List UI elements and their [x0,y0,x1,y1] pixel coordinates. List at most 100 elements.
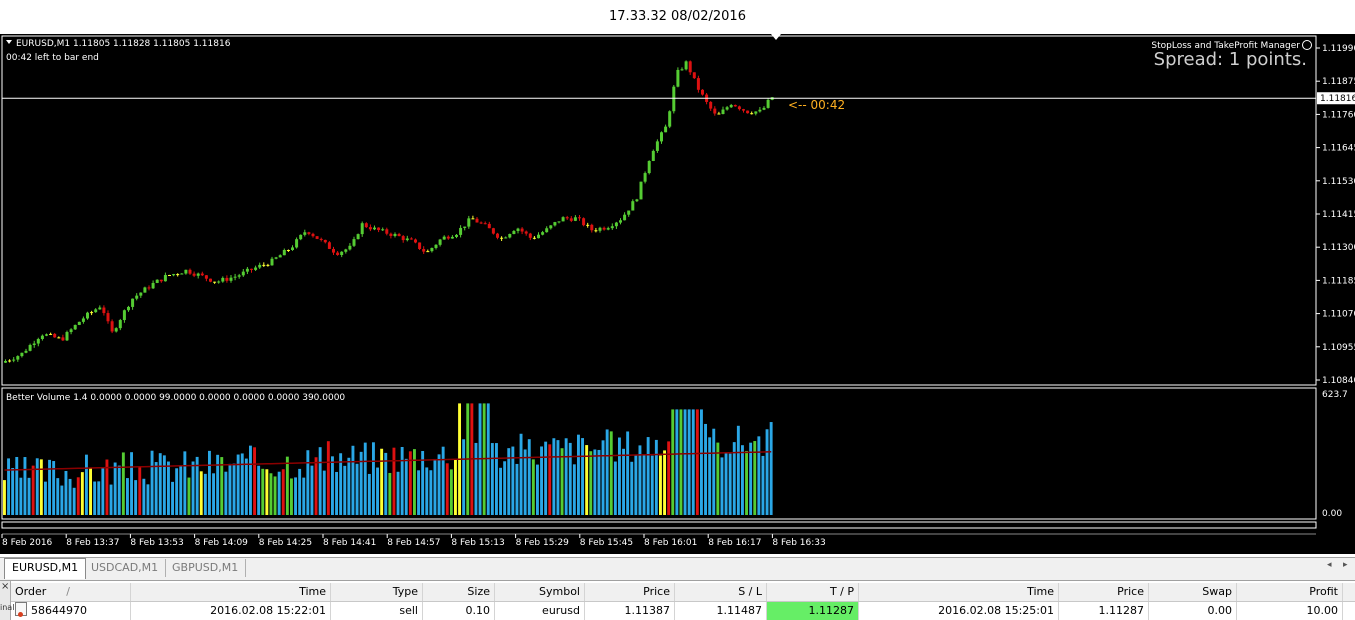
candle-body [32,343,36,346]
volume-bar [515,463,519,515]
volume-bar [429,470,433,515]
volume-bar [11,468,15,515]
close-icon[interactable]: × [1,582,9,592]
volume-bar [199,471,203,515]
candle-body [684,61,688,70]
volume-bar [187,477,191,515]
tab-eurusd-m1[interactable]: EURUSD,M1 [4,558,87,579]
candle-body [225,277,229,281]
candle-body [16,356,20,360]
time-axis-label: 8 Feb 16:01 [644,538,697,548]
candle-body [561,217,565,222]
time-axis-label: 8 Feb 15:13 [451,538,504,548]
candle-body [336,252,340,255]
candle-body [455,234,458,237]
volume-bar [437,454,441,515]
col-header-swap[interactable]: Swap [1149,583,1237,601]
candle-body [57,337,61,339]
time-axis-label: 8 Feb 16:17 [708,538,761,548]
candle-body [512,231,516,235]
table-row[interactable]: 58644970 2016.02.08 15:22:01 sell 0.10 e… [11,602,1355,620]
price-axis-label: 1.11875 [1322,77,1355,87]
chart-canvas[interactable]: 1.11990 1.11875 1.11760 1.11645 1.11530 1.114… [0,34,1355,554]
col-header-profit[interactable]: Profit [1237,583,1343,601]
cell-close-time: 2016.02.08 15:25:01 [859,602,1059,620]
col-header-symbol[interactable]: Symbol [495,583,585,601]
scroll-left-icon[interactable]: ◂ [1327,560,1332,570]
candle-body [733,104,737,107]
scroll-right-icon[interactable]: ▸ [1343,560,1348,570]
volume-bar [536,464,539,515]
volume-bar [117,465,121,515]
candle-body [758,109,762,112]
candle-body [565,217,569,219]
candle-body [323,239,327,243]
volume-bar [212,473,215,515]
price-axis-label: 1.10840 [1322,376,1355,386]
candle-body [184,269,188,274]
candle-body [401,236,405,241]
volume-bar [134,480,138,515]
volume-bar [249,445,252,515]
volume-bar [667,441,671,515]
time-axis-label: 8 Feb 14:41 [323,538,376,548]
candle-body [49,333,53,335]
price-chart[interactable]: 1.11990 1.11875 1.11760 1.11645 1.11530 1.114… [0,34,1355,554]
time-axis-label: 8 Feb 13:37 [66,538,119,548]
time-axis-label: 8 Feb 15:29 [516,538,570,548]
candle-body [266,264,270,266]
volume-bar [449,469,453,515]
col-header-order[interactable]: Order / [11,583,131,601]
candle-body [368,227,372,230]
time-axis-label: 8 Feb 14:57 [387,538,440,548]
candle-body [537,234,540,239]
volume-bar [761,455,765,515]
col-header-type[interactable]: Type [331,583,423,601]
volume-bar [126,478,129,515]
col-header-close-price[interactable]: Price [1059,583,1149,601]
candle-body [668,111,672,127]
volume-bar [224,471,228,515]
candle-body [348,245,352,250]
volume-bar [425,467,429,515]
volume-bar [499,467,502,515]
time-axis-label: 8 Feb 14:25 [259,538,312,548]
candle-body [676,69,680,87]
candle-body [299,234,303,240]
volume-bar [613,461,617,515]
candle-body [409,238,413,240]
candle-body [627,210,631,215]
candle-body [397,233,401,237]
volume-axis-max: 623.7 [1322,390,1348,400]
tab-gbpusd-m1[interactable]: GBPUSD,M1 [165,559,247,577]
volume-bar [622,448,625,515]
volume-bar [367,473,371,515]
candle-body [524,231,528,234]
volume-bar [326,441,330,515]
col-header-size[interactable]: Size [423,583,495,601]
volume-bar [741,445,744,515]
candle-body [553,222,557,226]
volume-bar [724,452,728,515]
candle-body [176,274,180,276]
col-header-open-price[interactable]: Price [585,583,675,601]
candle-body [278,255,282,258]
col-header-sl[interactable]: S / L [675,583,767,601]
col-header-close-time[interactable]: Time [859,583,1059,601]
volume-bar [335,471,338,515]
candle-body [442,236,446,240]
volume-bar [700,409,703,515]
candle-body [311,233,315,237]
cell-tp: 1.11287 [767,602,859,620]
volume-bar [121,452,125,515]
col-header-tp[interactable]: T / P [767,583,859,601]
candle-body [643,173,647,182]
cell-close-price: 1.11287 [1059,602,1149,620]
volume-bar [503,461,507,515]
volume-bar [712,428,716,515]
volume-bar [35,458,39,515]
spread-label: Spread: 1 points. [1154,49,1307,70]
candle-body [213,281,217,283]
col-header-open-time[interactable]: Time [131,583,331,601]
tab-usdcad-m1[interactable]: USDCAD,M1 [84,559,167,577]
